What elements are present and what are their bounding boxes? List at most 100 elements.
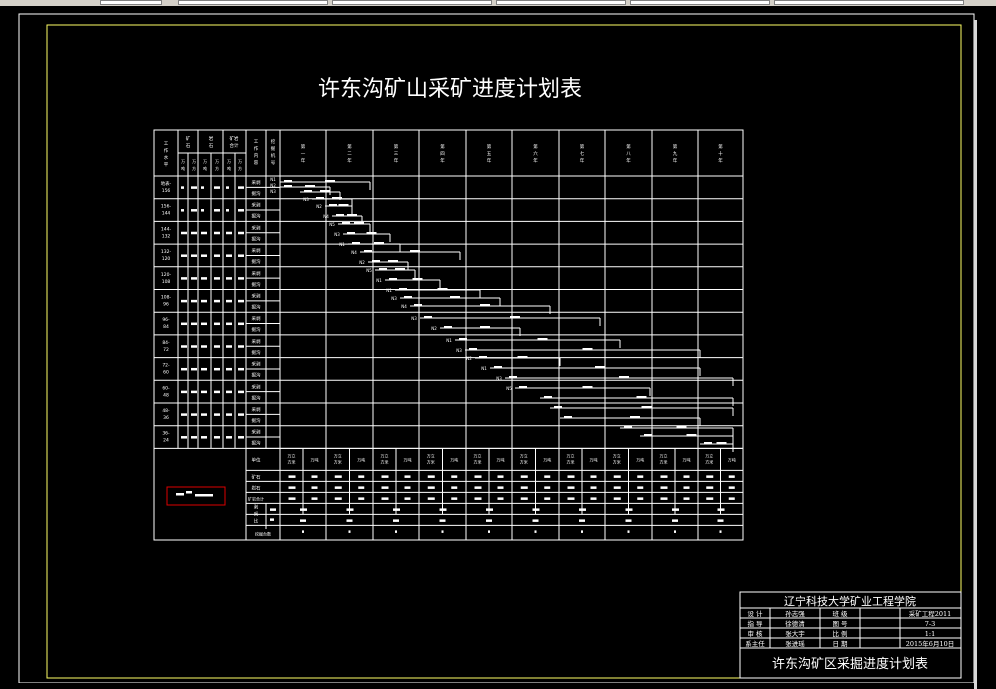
bottom-value-mark — [590, 497, 597, 500]
bottom-value-mark — [590, 486, 597, 489]
machine-label: N2 — [466, 356, 472, 361]
schedule-table: 工作水平矿石岩石矿岩合计万吨万方万吨万方万吨万方工作内容挖掘机号第一年第二年第三… — [153, 129, 744, 541]
header-year-char: 七 — [580, 150, 585, 157]
header-year-char: 第 — [440, 143, 445, 150]
bottom-unit-label: 万吨 — [636, 456, 644, 462]
header-year-char: 年 — [718, 157, 723, 164]
quantity-mark — [226, 254, 232, 257]
bottom-row-label: 矿岩合计 — [248, 495, 264, 501]
bottom-value-mark — [728, 497, 735, 500]
bottom-unit-label: 万吨 — [683, 456, 691, 462]
vertical-scrollbar[interactable] — [974, 20, 977, 689]
header-unit-char: 方 — [215, 165, 219, 171]
level-label: 144- — [161, 226, 172, 232]
quantity-mark — [181, 299, 187, 303]
toolbar-field[interactable] — [100, 0, 162, 5]
schedule-bar — [450, 296, 460, 299]
level-label: 96- — [162, 317, 170, 323]
title-block-key: 比 例 — [832, 629, 847, 638]
level-label: 地表- — [161, 180, 172, 187]
bottom-value-mark — [348, 530, 351, 533]
quantity-mark — [181, 390, 187, 394]
legend-mark — [186, 491, 192, 494]
level-label: 108 — [162, 279, 171, 285]
schedule-bar — [374, 242, 384, 245]
work-type-label: 采剥 — [252, 383, 261, 390]
header-year-char: 十 — [718, 150, 723, 157]
header-unit-char: 万 — [215, 159, 219, 164]
toolbar-field[interactable] — [178, 0, 328, 5]
bottom-value-mark — [717, 519, 724, 522]
bottom-value-mark — [334, 475, 342, 478]
header-year-char: 年 — [673, 157, 678, 164]
work-type-label: 掘沟 — [252, 190, 261, 197]
bottom-value-mark — [637, 486, 644, 489]
bottom-value-mark — [358, 497, 365, 500]
header-year-char: 四 — [440, 151, 445, 157]
schedule-bar — [305, 185, 315, 188]
machine-label: N4 — [351, 250, 357, 255]
bottom-unit-label: 万立 — [381, 452, 389, 458]
bottom-unit-label: 万吨 — [543, 456, 551, 462]
quantity-mark — [226, 413, 232, 416]
quantity-mark — [214, 390, 220, 394]
bottom-unit-label: 万吨 — [311, 456, 319, 462]
quantity-mark — [238, 390, 244, 394]
drawing-canvas[interactable]: 许东沟矿山采矿进度计划表 工作水平矿石岩石矿岩 合计万吨万方万吨万方万吨万方工作内… — [0, 6, 996, 689]
schedule-bar — [404, 296, 412, 299]
schedule-bar — [554, 406, 562, 409]
quantity-mark — [201, 254, 207, 257]
quantity-mark — [226, 231, 232, 235]
toolbar-field[interactable] — [630, 0, 770, 5]
bottom-value-mark — [532, 519, 539, 522]
bottom-value-mark — [706, 497, 714, 500]
title-block-value: 2015年6月10日 — [906, 639, 954, 648]
level-label: 36 — [163, 415, 169, 421]
bottom-value-mark — [613, 497, 621, 500]
bottom-value-mark — [427, 497, 435, 500]
toolbar-field[interactable] — [774, 0, 964, 5]
header-machine-char: 机 — [271, 152, 276, 159]
quantity-mark — [181, 231, 187, 235]
quantity-mark — [201, 345, 207, 348]
header-total-char: 合计 — [230, 142, 239, 149]
header-level-char: 水 — [164, 154, 169, 161]
toolbar-field[interactable] — [496, 0, 626, 5]
quantity-mark — [201, 322, 207, 326]
quantity-mark — [238, 322, 244, 326]
bottom-unit-label: 万立 — [613, 452, 621, 458]
work-type-label: 采剥 — [252, 361, 261, 368]
machine-start-label: N1 — [270, 177, 276, 182]
bottom-row-label: 挖掘台数 — [255, 530, 271, 536]
header-year-char: 年 — [626, 157, 631, 164]
level-label: 96 — [163, 302, 169, 308]
bottom-value-mark — [474, 475, 482, 478]
header-year-char: 八 — [626, 152, 631, 157]
machine-label: N3 — [456, 348, 462, 353]
bottom-value-mark — [534, 530, 537, 533]
bottom-row-label: 矿石 — [252, 473, 261, 480]
schedule-bar — [582, 386, 593, 389]
schedule-bar — [325, 180, 335, 183]
header-unit-char: 万 — [227, 159, 231, 164]
toolbar-field[interactable] — [332, 0, 492, 5]
bottom-unit-label: 万吨 — [728, 456, 736, 462]
header-unit-char: 吨 — [227, 165, 231, 171]
title-block-key: 指 导 — [747, 619, 763, 628]
machine-label: N3 — [303, 197, 309, 202]
quantity-mark — [214, 322, 220, 326]
bottom-value-mark — [334, 486, 342, 489]
quantity-mark — [238, 436, 244, 439]
quantity-mark — [226, 186, 229, 189]
bottom-value-mark — [300, 519, 306, 522]
bottom-value-mark — [567, 486, 575, 489]
header-year-char: 第 — [487, 143, 492, 150]
schedule-bar — [410, 250, 420, 253]
schedule-bar — [517, 356, 528, 359]
quantity-mark — [201, 277, 207, 280]
legend-mark — [195, 494, 213, 497]
work-type-label: 采剥 — [252, 338, 261, 345]
work-type-label: 采剥 — [252, 270, 261, 277]
bottom-unit-label: 万立 — [705, 452, 713, 458]
header-year-char: 年 — [347, 157, 352, 164]
